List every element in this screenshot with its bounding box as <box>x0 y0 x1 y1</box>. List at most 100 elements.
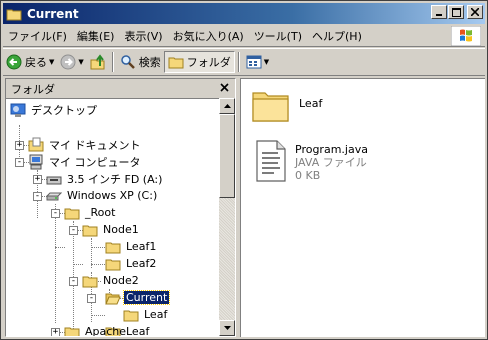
maximize-button[interactable] <box>448 5 464 19</box>
folder-pane-header: フォルダ <box>6 79 235 98</box>
up-folder-icon <box>90 54 105 70</box>
tree-label: _Root <box>85 206 116 219</box>
search-icon <box>121 55 135 69</box>
file-item-program-java[interactable]: Program.java JAVA ファイル 0 KB <box>253 139 368 183</box>
views-icon <box>246 55 262 69</box>
folder-icon <box>82 225 98 236</box>
windows-logo-icon <box>451 26 481 46</box>
back-label: 戻る <box>25 56 47 69</box>
scroll-down-icon <box>223 326 231 330</box>
folder-icon <box>105 242 121 253</box>
tree-item-apache[interactable]: Apache <box>64 323 128 336</box>
forward-arrow-icon <box>60 54 76 70</box>
forward-dropdown-icon[interactable]: ▼ <box>78 58 83 66</box>
menu-help[interactable]: ヘルプ(H) <box>307 28 367 44</box>
collapse-toggle[interactable]: - <box>33 192 42 201</box>
toolbar-separator <box>237 52 240 72</box>
toolbar-separator <box>111 52 114 72</box>
folder-icon <box>6 9 22 20</box>
tree-item-floppy-drive[interactable]: 3.5 インチ FD (A:) <box>46 170 164 187</box>
tree-label: Leaf <box>144 308 168 321</box>
expand-toggle[interactable]: + <box>51 328 60 336</box>
search-button[interactable]: 検索 <box>117 51 164 73</box>
tree-label: Leaf1 <box>126 240 157 253</box>
folders-label: フォルダ <box>186 56 231 69</box>
back-arrow-icon <box>6 54 22 70</box>
menu-file[interactable]: ファイル(F) <box>3 28 72 44</box>
text-file-icon <box>256 140 286 182</box>
tree-item-desktop[interactable]: デスクトップ <box>10 101 99 118</box>
back-button[interactable]: 戻る ▼ <box>3 51 57 73</box>
tree-label: マイ コンピュータ <box>49 155 141 169</box>
file-item-leaf-folder[interactable]: Leaf <box>251 87 322 123</box>
title-bar[interactable]: Current <box>3 3 485 24</box>
tree-item-node1[interactable]: Node1 <box>82 221 141 238</box>
menu-edit[interactable]: 編集(E) <box>72 28 120 44</box>
tree-label: Node1 <box>103 223 139 236</box>
tree-item-root[interactable]: _Root <box>64 204 117 221</box>
file-name: Program.java <box>295 143 368 156</box>
tree-label: Leaf <box>126 325 150 336</box>
close-icon[interactable] <box>218 81 231 94</box>
scroll-up-button[interactable] <box>219 98 235 114</box>
window-title: Current <box>27 6 79 21</box>
folders-icon <box>168 57 184 69</box>
folders-button[interactable]: フォルダ <box>163 51 235 73</box>
folder-pane-title: フォルダ <box>11 82 55 96</box>
my-documents-icon <box>28 137 44 151</box>
expand-toggle[interactable]: + <box>15 141 24 150</box>
menu-tools[interactable]: ツール(T) <box>249 28 307 44</box>
folder-icon <box>252 92 289 122</box>
views-button[interactable]: ▼ <box>243 51 272 73</box>
folder-tree: デスクトップ + マイ ドキュメント - マイ コンピュータ + 3.5 インチ… <box>6 98 219 336</box>
file-type: JAVA ファイル <box>295 156 367 169</box>
maximize-icon <box>451 7 461 17</box>
tree-item-my-computer[interactable]: マイ コンピュータ <box>28 153 143 170</box>
tree-label: 3.5 インチ FD (A:) <box>67 172 163 186</box>
forward-button[interactable]: ▼ <box>57 51 86 73</box>
desktop-icon <box>10 103 26 117</box>
collapse-toggle[interactable]: - <box>87 294 96 303</box>
search-label: 検索 <box>138 56 161 69</box>
tree-item-my-documents[interactable]: マイ ドキュメント <box>28 136 143 153</box>
file-list-pane: Leaf Program.java JAVA ファイル 0 KB <box>240 78 485 337</box>
vertical-scrollbar[interactable] <box>219 98 235 336</box>
minimize-icon <box>436 14 442 16</box>
tree-item-current-leaf[interactable]: Leaf <box>123 306 169 323</box>
up-folder-button[interactable] <box>87 51 109 73</box>
folder-icon <box>123 310 139 321</box>
close-button[interactable] <box>467 5 483 19</box>
tree-label: デスクトップ <box>31 103 97 117</box>
minimize-button[interactable] <box>431 5 447 19</box>
tree-item-node2[interactable]: Node2 <box>82 272 141 289</box>
explorer-window: Current ファイル(F) 編集(E) 表示(V) お気に入り(A) ツール… <box>0 0 488 340</box>
views-dropdown-icon[interactable]: ▼ <box>264 58 269 66</box>
hard-drive-icon <box>46 192 62 200</box>
tree-item-leaf1[interactable]: Leaf1 <box>105 238 158 255</box>
collapse-toggle[interactable]: - <box>15 158 24 167</box>
expand-toggle[interactable]: + <box>33 175 42 184</box>
tree-item-current[interactable]: Current <box>105 289 171 306</box>
tree-label: マイ ドキュメント <box>49 138 141 152</box>
folder-pane: フォルダ デスクトップ + マイ ドキュメント - マイ コンピュータ + 3.… <box>5 78 236 337</box>
collapse-toggle[interactable]: - <box>69 277 78 286</box>
tree-label: Node2 <box>103 274 139 287</box>
folder-icon <box>105 259 121 270</box>
collapse-toggle[interactable]: - <box>69 226 78 235</box>
menu-bar: ファイル(F) 編集(E) 表示(V) お気に入り(A) ツール(T) ヘルプ(… <box>3 25 485 47</box>
tree-label: Current <box>122 290 171 305</box>
scroll-down-button[interactable] <box>219 320 235 336</box>
tree-label: Leaf2 <box>126 257 157 270</box>
menu-view[interactable]: 表示(V) <box>119 28 167 44</box>
tree-label: Apache <box>85 325 127 336</box>
tree-label: Windows XP (C:) <box>67 189 158 202</box>
tree-item-drive-c[interactable]: Windows XP (C:) <box>46 187 159 204</box>
scrollbar-thumb[interactable] <box>219 114 235 198</box>
folder-icon <box>64 208 80 219</box>
close-icon <box>471 8 479 16</box>
tree-item-leaf2[interactable]: Leaf2 <box>105 255 158 272</box>
back-dropdown-icon[interactable]: ▼ <box>49 58 54 66</box>
menu-favorites[interactable]: お気に入り(A) <box>168 28 249 44</box>
open-folder-icon <box>105 293 121 304</box>
collapse-toggle[interactable]: - <box>51 209 60 218</box>
